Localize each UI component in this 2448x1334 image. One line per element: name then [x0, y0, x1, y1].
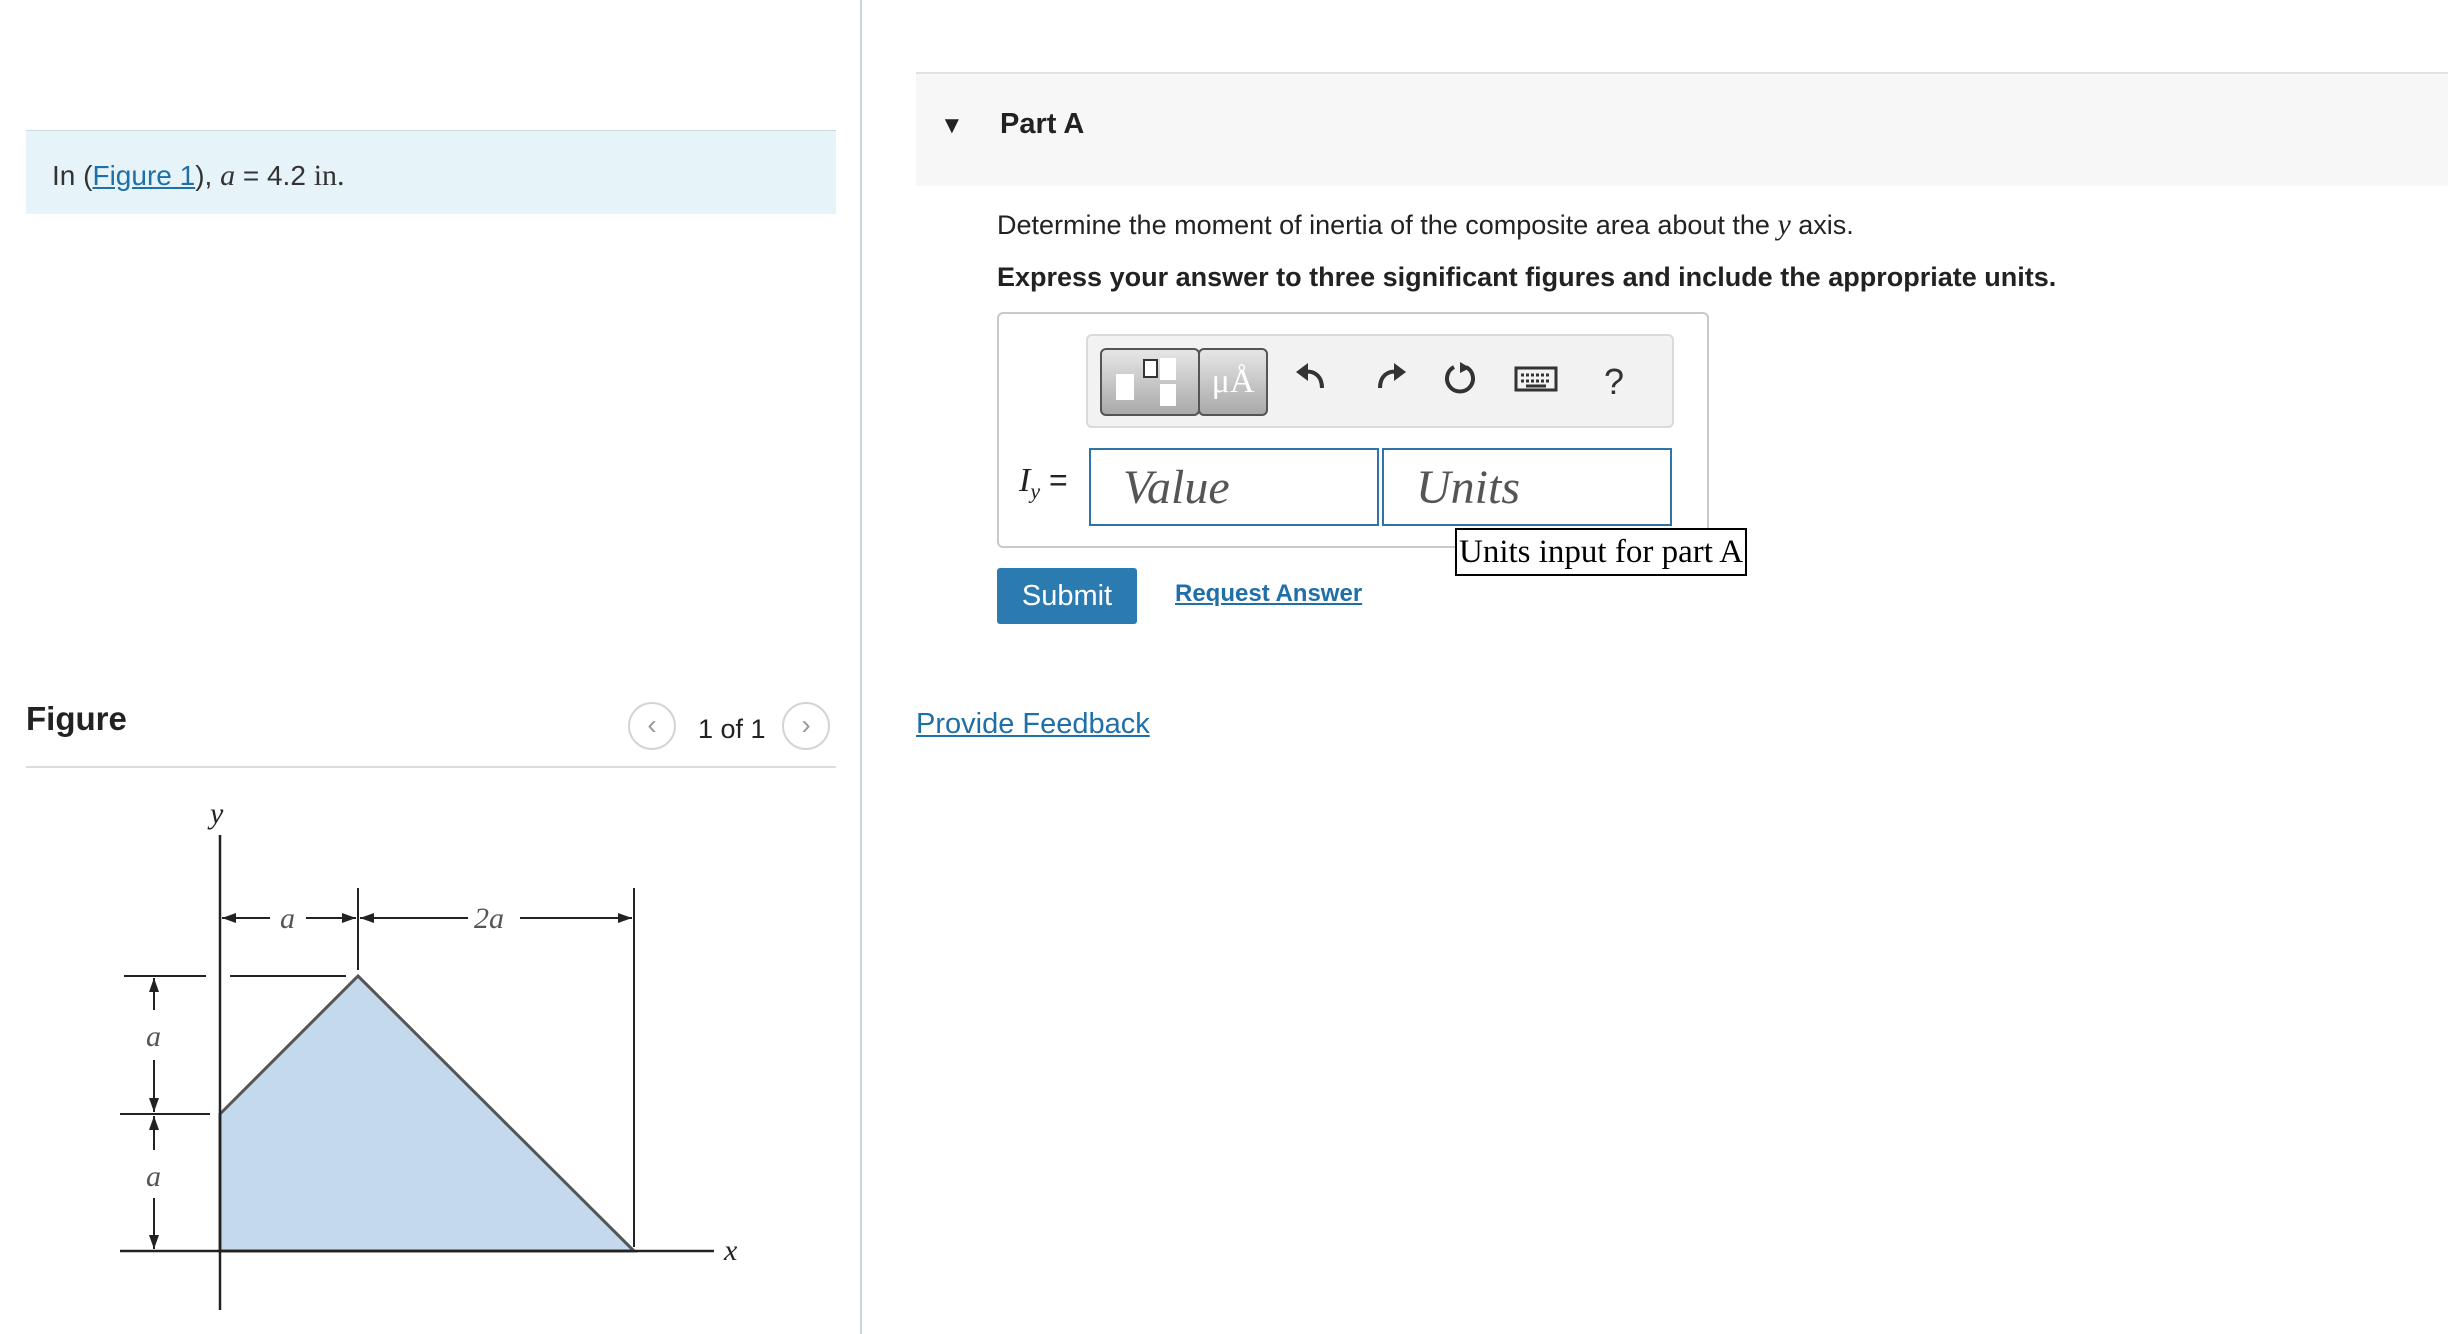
- question-variable: y: [1777, 208, 1791, 241]
- arrowhead: [360, 913, 374, 923]
- templates-button[interactable]: [1100, 348, 1200, 416]
- answer-variable-label: Iy =: [1019, 462, 1068, 504]
- keyboard-icon[interactable]: [1512, 358, 1560, 406]
- problem-suffix: ),: [195, 160, 221, 191]
- figure-divider: [26, 766, 836, 768]
- x-axis-label: x: [723, 1234, 738, 1267]
- math-toolbar: μÅ ?: [1086, 334, 1674, 428]
- reset-icon[interactable]: [1436, 358, 1484, 406]
- dimension-label-a-top: a: [280, 902, 295, 935]
- arrowhead: [149, 978, 159, 992]
- submit-button[interactable]: Submit: [997, 568, 1137, 624]
- question-prefix: Determine the moment of inertia of the c…: [997, 210, 1778, 240]
- arrowhead: [222, 913, 236, 923]
- collapse-caret-icon[interactable]: ▼: [940, 112, 964, 140]
- figure-panel-title: Figure: [26, 700, 127, 737]
- chevron-right-icon: ›: [801, 709, 811, 740]
- value-input[interactable]: [1089, 448, 1379, 526]
- symbols-button[interactable]: μÅ: [1198, 348, 1268, 416]
- units-input[interactable]: [1382, 448, 1672, 526]
- units-input-tooltip: Units input for part A: [1455, 528, 1748, 576]
- arrowhead: [149, 1116, 159, 1130]
- figure-link[interactable]: Figure 1: [92, 160, 195, 191]
- chevron-left-icon: ‹: [647, 709, 657, 740]
- composite-area-shape: [218, 973, 638, 1253]
- answer-equals: =: [1040, 462, 1068, 498]
- dimension-label-a-lower: a: [146, 1160, 161, 1193]
- dimension-label-2a: 2a: [474, 902, 504, 935]
- answer-instruction: Express your answer to three significant…: [997, 262, 2057, 292]
- redo-icon[interactable]: [1366, 358, 1414, 406]
- problem-variable: a: [220, 159, 236, 192]
- answer-symbol-subscript: y: [1030, 478, 1041, 504]
- arrowhead: [149, 1235, 159, 1249]
- problem-statement-box: In (Figure 1), a = 4.2 in.: [26, 130, 836, 214]
- previous-figure-button[interactable]: ‹: [628, 702, 676, 750]
- problem-prefix: In (: [52, 160, 93, 191]
- problem-statement: In (Figure 1), a = 4.2 in.: [52, 159, 345, 193]
- figure-counter: 1 of 1: [698, 714, 766, 744]
- part-a-title: Part A: [1000, 108, 1085, 140]
- question-suffix: axis.: [1790, 210, 1854, 240]
- provide-feedback-link[interactable]: Provide Feedback: [916, 708, 1150, 741]
- problem-unit: in.: [313, 159, 345, 192]
- y-axis-label: y: [207, 797, 224, 830]
- help-button[interactable]: ?: [1590, 358, 1638, 406]
- arrowhead: [149, 1098, 159, 1112]
- arrowhead: [618, 913, 632, 923]
- undo-icon[interactable]: [1288, 358, 1336, 406]
- fraction-template-icon: [1116, 358, 1176, 406]
- next-figure-button[interactable]: ›: [782, 702, 830, 750]
- arrowhead: [342, 913, 356, 923]
- dimension-label-a-upper: a: [146, 1020, 161, 1053]
- symbols-label: μÅ: [1211, 363, 1255, 400]
- answer-symbol: I: [1019, 462, 1031, 499]
- part-a-header[interactable]: ▼ Part A: [916, 72, 2448, 186]
- problem-value: = 4.2: [235, 160, 314, 191]
- figure-diagram: y x a 2a a a: [120, 797, 738, 1310]
- question-text: Determine the moment of inertia of the c…: [997, 208, 1854, 242]
- pane-divider[interactable]: [860, 0, 862, 1334]
- answer-box: μÅ ? Iy =: [997, 312, 1709, 548]
- request-answer-link[interactable]: Request Answer: [1175, 580, 1362, 608]
